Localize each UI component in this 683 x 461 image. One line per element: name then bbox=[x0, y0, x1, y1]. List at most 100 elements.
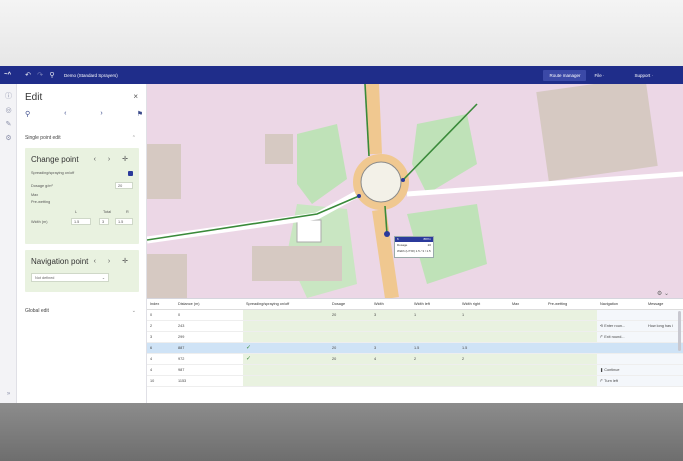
table-row[interactable]: 6 887 ✓ 20 3 1.5 1.5 bbox=[147, 342, 683, 354]
building bbox=[147, 254, 187, 298]
dosage-label: Dosage g/m² bbox=[31, 184, 53, 188]
table-cell-max bbox=[509, 364, 545, 376]
table-cell-wleft: 1.5 bbox=[411, 342, 459, 354]
global-edit-header[interactable]: Global edit bbox=[25, 308, 49, 314]
table-row[interactable]: 2 243 ⟲ Enter roun... How long has i bbox=[147, 320, 683, 332]
table-cell-dosage bbox=[329, 320, 371, 332]
arrow-right-icon[interactable]: › bbox=[100, 110, 102, 118]
arrow-left-icon[interactable]: ‹ bbox=[64, 110, 66, 118]
table-cell-pre bbox=[545, 353, 597, 365]
table-cell-index: 6 bbox=[147, 342, 175, 354]
close-icon[interactable]: × bbox=[133, 92, 138, 101]
table-row[interactable]: 3 299 ↱ Exit round... bbox=[147, 331, 683, 343]
column-header[interactable]: Dosage bbox=[329, 299, 371, 310]
column-header[interactable]: Distance (m) bbox=[175, 299, 243, 310]
table-cell-max bbox=[509, 320, 545, 332]
left-rail: ⓘ ◎ ✎ ⚙ » bbox=[0, 84, 17, 403]
table-cell-index: 10 bbox=[147, 375, 175, 387]
chevron-up-icon[interactable]: ⌃ bbox=[132, 135, 136, 141]
table-cell-wright bbox=[459, 331, 509, 343]
pre-wetting-label: Pre-wetting bbox=[31, 200, 51, 204]
expand-rail-icon[interactable]: » bbox=[0, 391, 17, 397]
table-cell-wright bbox=[459, 375, 509, 387]
table-row[interactable]: 4 972 ✓ 20 4 2 2 bbox=[147, 353, 683, 365]
table-cell-index: 0 bbox=[147, 309, 175, 321]
dosage-input[interactable]: 20 bbox=[115, 182, 133, 189]
layers-icon[interactable]: ◎ bbox=[0, 104, 17, 118]
table-cell-spread bbox=[243, 320, 329, 332]
table-cell-msg bbox=[645, 364, 683, 376]
table-cell-dosage bbox=[329, 331, 371, 343]
table-cell-nav bbox=[597, 342, 645, 354]
column-header[interactable]: Message bbox=[645, 299, 683, 310]
navigation-point-nav[interactable]: ‹ › ✛ bbox=[94, 257, 133, 265]
selected-route-point[interactable] bbox=[384, 231, 390, 237]
table-row[interactable]: 4 987 ❚ Continue bbox=[147, 364, 683, 376]
project-title: Demo (Standard Sprayers) bbox=[64, 72, 118, 78]
change-point-nav[interactable]: ‹ › ✛ bbox=[94, 155, 133, 163]
width-right-input[interactable]: 1.5 bbox=[115, 218, 133, 225]
column-header[interactable]: Index bbox=[147, 299, 175, 310]
undo-icon[interactable]: ↶ bbox=[22, 71, 34, 79]
width-left-col: L bbox=[75, 210, 78, 214]
table-cell-wleft bbox=[411, 331, 459, 343]
column-header[interactable]: Spreading/spraying on/off bbox=[243, 299, 329, 310]
table-row[interactable]: 10 1153 ↱ Turn left bbox=[147, 375, 683, 387]
table-cell-spread bbox=[243, 375, 329, 387]
support-menu[interactable]: Support · bbox=[634, 73, 653, 78]
route-point[interactable] bbox=[401, 178, 405, 182]
popup-dosage-value: 20 bbox=[427, 243, 431, 247]
settings-icon[interactable]: ⚙ bbox=[0, 132, 17, 146]
table-cell-wright: 1.5 bbox=[459, 342, 509, 354]
table-row[interactable]: 0 0 20 3 1 1 bbox=[147, 309, 683, 321]
flag-icon[interactable]: ⚑ bbox=[137, 110, 143, 118]
width-left-input[interactable]: 1.5 bbox=[71, 218, 91, 225]
max-label: Max bbox=[31, 193, 39, 197]
column-header[interactable]: Navigation bbox=[597, 299, 645, 310]
edit-toolbar: ⚲ ‹ › ⚑ bbox=[25, 110, 143, 118]
table-cell-wleft: 1 bbox=[411, 309, 459, 321]
table-cell-distance: 887 bbox=[175, 342, 243, 354]
spreading-checkbox[interactable] bbox=[128, 171, 133, 176]
width-total-input[interactable]: 3 bbox=[99, 218, 109, 225]
table-cell-wright: 2 bbox=[459, 353, 509, 365]
brand-logo: ~^ bbox=[4, 72, 12, 78]
app-window: ~^ ↶ ↷ ⚲ Demo (Standard Sprayers) Route … bbox=[0, 66, 683, 403]
popup-width-label: Width (L/T/R) 1.5 / 3 / 1.5 bbox=[397, 249, 431, 253]
table-cell-dosage: 20 bbox=[329, 353, 371, 365]
table-cell-wleft: 2 bbox=[411, 353, 459, 365]
table-settings-icon[interactable]: ⚙ ⌄ bbox=[657, 290, 669, 297]
point-info-popup: 6 887m Dosage 20 Width (L/T/R) 1.5 / 3 /… bbox=[394, 236, 434, 258]
navigation-select[interactable]: Not defined ⌄ bbox=[31, 273, 109, 282]
table-body: 0 0 20 3 1 1 2 243 ⟲ Enter roun... How long has i… bbox=[147, 309, 683, 387]
change-point-card: Change point ‹ › ✛ Spreading/spraying on… bbox=[25, 148, 139, 244]
width-right-col: R bbox=[126, 210, 129, 214]
chevron-down-icon[interactable]: ⌄ bbox=[132, 308, 136, 314]
map-view[interactable]: 6 887m Dosage 20 Width (L/T/R) 1.5 / 3 /… bbox=[147, 84, 683, 298]
pin-icon[interactable]: ⚲ bbox=[25, 110, 30, 118]
table-scrollbar[interactable] bbox=[678, 311, 681, 351]
redo-icon[interactable]: ↷ bbox=[34, 71, 46, 79]
column-header[interactable]: Pre-wetting bbox=[545, 299, 597, 310]
route-point[interactable] bbox=[357, 194, 361, 198]
park-area bbox=[412, 114, 477, 194]
column-header[interactable]: Width right bbox=[459, 299, 509, 310]
table-cell-max bbox=[509, 375, 545, 387]
column-header[interactable]: Max bbox=[509, 299, 545, 310]
file-menu[interactable]: File · bbox=[594, 73, 604, 78]
single-point-edit-header[interactable]: Single point edit bbox=[25, 135, 61, 141]
navigation-select-value: Not defined bbox=[35, 276, 55, 280]
building bbox=[536, 84, 658, 182]
table-cell-pre bbox=[545, 331, 597, 343]
table-cell-dosage bbox=[329, 364, 371, 376]
column-header[interactable]: Width bbox=[371, 299, 411, 310]
route-manager-button[interactable]: Route manager bbox=[543, 69, 587, 81]
table-cell-distance: 0 bbox=[175, 309, 243, 321]
table-cell-pre bbox=[545, 320, 597, 332]
video-frame-top bbox=[0, 0, 683, 66]
main-road bbox=[365, 84, 382, 155]
table-cell-spread: ✓ bbox=[243, 342, 329, 354]
column-header[interactable]: Width left bbox=[411, 299, 459, 310]
edit-icon[interactable]: ✎ bbox=[0, 118, 17, 132]
info-icon[interactable]: ⓘ bbox=[0, 90, 17, 104]
